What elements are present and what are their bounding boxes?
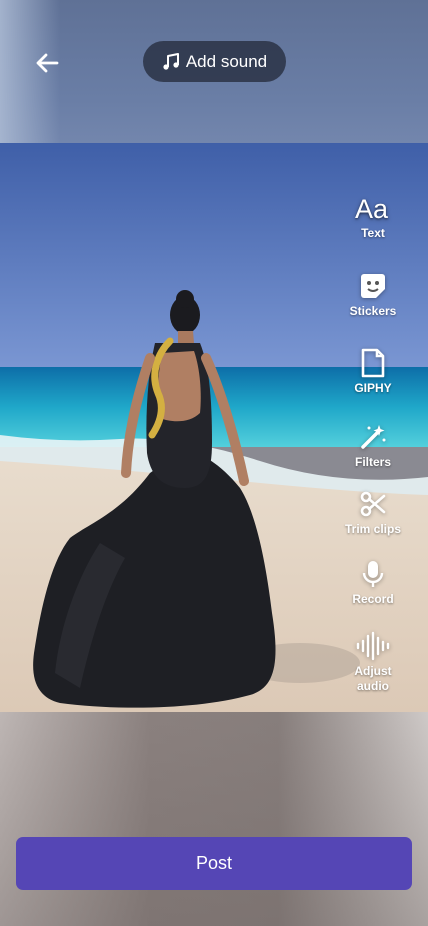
add-sound-button[interactable]: Add sound	[143, 41, 286, 82]
arrow-left-icon	[36, 53, 59, 73]
tool-trim-label: Trim clips	[344, 522, 402, 536]
text-aa-icon: Aa	[355, 192, 391, 224]
waveform-icon	[355, 630, 391, 662]
tool-filters-label: Filters	[354, 455, 391, 469]
tool-stickers[interactable]: Stickers	[333, 270, 413, 319]
microphone-icon	[361, 558, 385, 590]
tool-giphy-label: GIPHY	[354, 381, 392, 395]
tool-text[interactable]: Aa Text	[333, 192, 413, 241]
tool-stickers-label: Stickers	[349, 304, 397, 318]
scissors-icon	[359, 488, 387, 520]
music-note-icon	[162, 52, 180, 72]
sticker-icon	[358, 270, 388, 302]
post-button[interactable]: Post	[16, 837, 412, 890]
tool-filters[interactable]: Filters	[333, 421, 413, 470]
tool-record-label: Record	[352, 592, 394, 606]
tool-adjust-audio[interactable]: Adjust audio	[333, 630, 413, 694]
post-button-label: Post	[195, 853, 233, 873]
bottom-backdrop	[0, 712, 428, 926]
tool-adjust-audio-label: Adjust audio	[354, 664, 392, 693]
tool-record[interactable]: Record	[333, 558, 413, 607]
magic-wand-icon	[359, 421, 387, 453]
svg-text:Aa: Aa	[355, 194, 389, 222]
back-button[interactable]	[28, 44, 66, 82]
add-sound-label: Add sound	[185, 51, 268, 71]
tool-text-label: Text	[361, 226, 385, 240]
giphy-icon	[360, 347, 386, 379]
tool-trim[interactable]: Trim clips	[333, 488, 413, 537]
tool-giphy[interactable]: GIPHY	[333, 347, 413, 396]
